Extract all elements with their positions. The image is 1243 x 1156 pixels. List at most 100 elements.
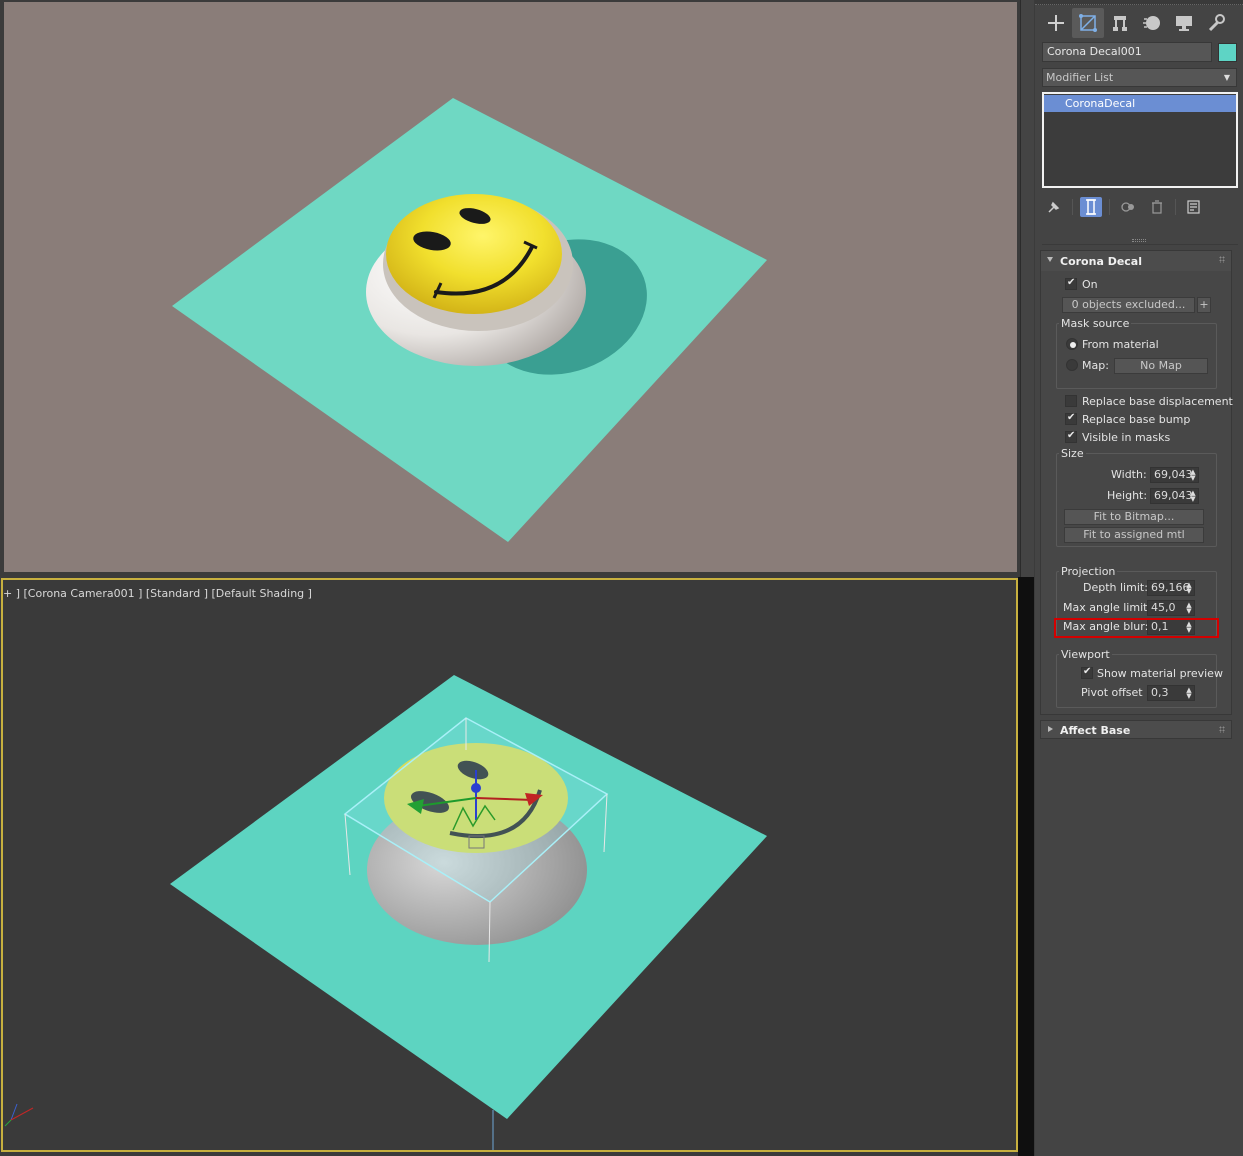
drag-handle-icon[interactable] [1219,726,1225,733]
display-tab[interactable] [1168,8,1200,38]
height-spinner[interactable]: 69,043 ▲ ▼ [1150,488,1199,504]
toolbar-separator [1109,199,1110,215]
affect-base-rollout-header[interactable]: Affect Base [1040,720,1232,739]
map-radio[interactable] [1066,359,1078,371]
width-value: 69,043 [1154,468,1193,481]
spinner-arrows-icon[interactable]: ▲ ▼ [1186,582,1192,595]
dropdown-arrow-icon: ▼ [1223,73,1230,82]
annotation-highlight-box [1054,618,1219,638]
width-label: Width: [1111,468,1147,481]
rendered-image [4,2,1017,572]
from-material-label: From material [1082,338,1159,351]
show-material-preview-checkbox[interactable] [1081,666,1093,679]
create-icon [1048,15,1064,31]
viewport-title: Viewport [1059,648,1112,661]
from-material-radio[interactable] [1066,338,1078,350]
visible-in-masks-label: Visible in masks [1082,431,1171,444]
motion-icon [1143,16,1160,30]
map-label: Map: [1082,359,1109,372]
fit-to-bitmap-button[interactable]: Fit to Bitmap... [1064,509,1204,525]
panel-separator [1042,244,1238,245]
width-spinner[interactable]: 69,043 ▲ ▼ [1150,467,1199,483]
on-checkbox[interactable] [1065,277,1077,290]
drag-handle-icon[interactable] [1219,256,1225,263]
pivot-offset-label: Pivot offset [1081,686,1143,699]
max-angle-limit-value: 45,0 [1151,601,1176,614]
modify-tab[interactable] [1072,8,1104,38]
hierarchy-icon [1113,16,1127,31]
toolbar-separator [1175,199,1176,215]
add-excluded-button[interactable]: + [1197,297,1211,313]
modifier-list-dropdown[interactable]: Modifier List ▼ [1042,68,1237,87]
pin-stack-button[interactable] [1043,197,1065,217]
affect-base-title: Affect Base [1060,724,1131,737]
mask-source-title: Mask source [1059,317,1132,330]
fit-to-assigned-mtl-button[interactable]: Fit to assigned mtl [1064,527,1204,543]
display-icon [1176,16,1192,31]
command-panel: Corona Decal001 Modifier List ▼ CoronaDe… [1035,0,1243,1156]
projection-title: Projection [1059,565,1118,578]
toolbar-separator [1072,199,1073,215]
make-unique-button[interactable] [1117,197,1139,217]
size-group: Size Width: 69,043 ▲ ▼ Height: 69,043 ▲ ▼ Fi… [1056,447,1217,547]
corona-decal-rollout: Corona Decal On 0 objects excluded... + … [1040,250,1233,715]
command-panel-tabs [1040,8,1232,38]
viewport-border [1018,577,1034,1156]
replace-base-bump-label: Replace base bump [1082,413,1191,426]
depth-limit-spinner[interactable]: 69,166 ▲ ▼ [1147,580,1195,596]
spinner-arrows-icon[interactable]: ▲ ▼ [1186,687,1192,700]
utilities-tab[interactable] [1200,8,1232,38]
stack-item-coronadecal[interactable]: CoronaDecal [1044,95,1236,112]
pivot-offset-spinner[interactable]: 0,3 ▲ ▼ [1147,685,1195,701]
rollout-title: Corona Decal [1060,255,1143,268]
mask-source-group: Mask source From material Map: No Map [1056,317,1217,389]
object-name-field[interactable]: Corona Decal001 [1042,42,1212,62]
max-angle-limit-label: Max angle limit: [1063,601,1152,614]
show-end-result-button[interactable] [1080,197,1102,217]
utilities-icon [1208,14,1225,32]
render-viewport[interactable] [0,0,1020,577]
spinner-arrows-icon[interactable]: ▲ ▼ [1190,469,1196,482]
replace-base-bump-checkbox[interactable] [1065,412,1077,425]
on-label: On [1082,278,1098,291]
rendered-scene [172,98,767,542]
size-title: Size [1059,447,1086,460]
show-end-result-icon [1086,199,1096,215]
show-material-preview-label: Show material preview [1097,667,1223,680]
modify-icon [1079,14,1097,32]
remove-modifier-button[interactable] [1146,197,1168,217]
objects-excluded-button[interactable]: 0 objects excluded... [1062,297,1195,313]
create-tab[interactable] [1040,8,1072,38]
panel-top-grip [1035,0,1243,5]
pin-icon [1048,201,1060,213]
configure-icon [1187,200,1200,214]
visible-in-masks-checkbox[interactable] [1065,430,1077,443]
height-value: 69,043 [1154,489,1193,502]
depth-limit-label: Depth limit: [1083,581,1148,594]
replace-base-displacement-label: Replace base displacement [1082,395,1233,408]
replace-base-displacement-checkbox[interactable] [1065,395,1077,407]
viewport-group: Viewport Show material preview Pivot off… [1056,648,1223,708]
trash-icon [1152,200,1162,214]
camera-scene [4,675,767,1150]
pivot-offset-value: 0,3 [1151,686,1169,699]
expand-arrow-icon [1048,726,1053,732]
hierarchy-tab[interactable] [1104,8,1136,38]
max-angle-limit-spinner[interactable]: 45,0 ▲ ▼ [1147,600,1195,616]
make-unique-icon [1121,202,1134,212]
collapse-arrow-icon [1047,257,1053,262]
depth-limit-value: 69,166 [1151,581,1190,594]
modifier-stack[interactable]: CoronaDecal [1042,92,1238,188]
modifier-list-label: Modifier List [1046,71,1114,84]
corona-decal-rollout-header[interactable]: Corona Decal [1041,251,1231,271]
motion-tab[interactable] [1136,8,1168,38]
stack-toolbar [1043,196,1212,218]
height-label: Height: [1107,489,1148,502]
spinner-arrows-icon[interactable]: ▲ ▼ [1186,602,1192,615]
panel-splitter-grip[interactable] [1132,239,1146,242]
spinner-arrows-icon[interactable]: ▲ ▼ [1190,490,1196,503]
configure-sets-button[interactable] [1183,197,1205,217]
object-color-swatch[interactable] [1218,43,1237,62]
camera-viewport[interactable]: + ] [Corona Camera001 ] [Standard ] [Def… [1,578,1018,1152]
no-map-button[interactable]: No Map [1114,358,1208,374]
